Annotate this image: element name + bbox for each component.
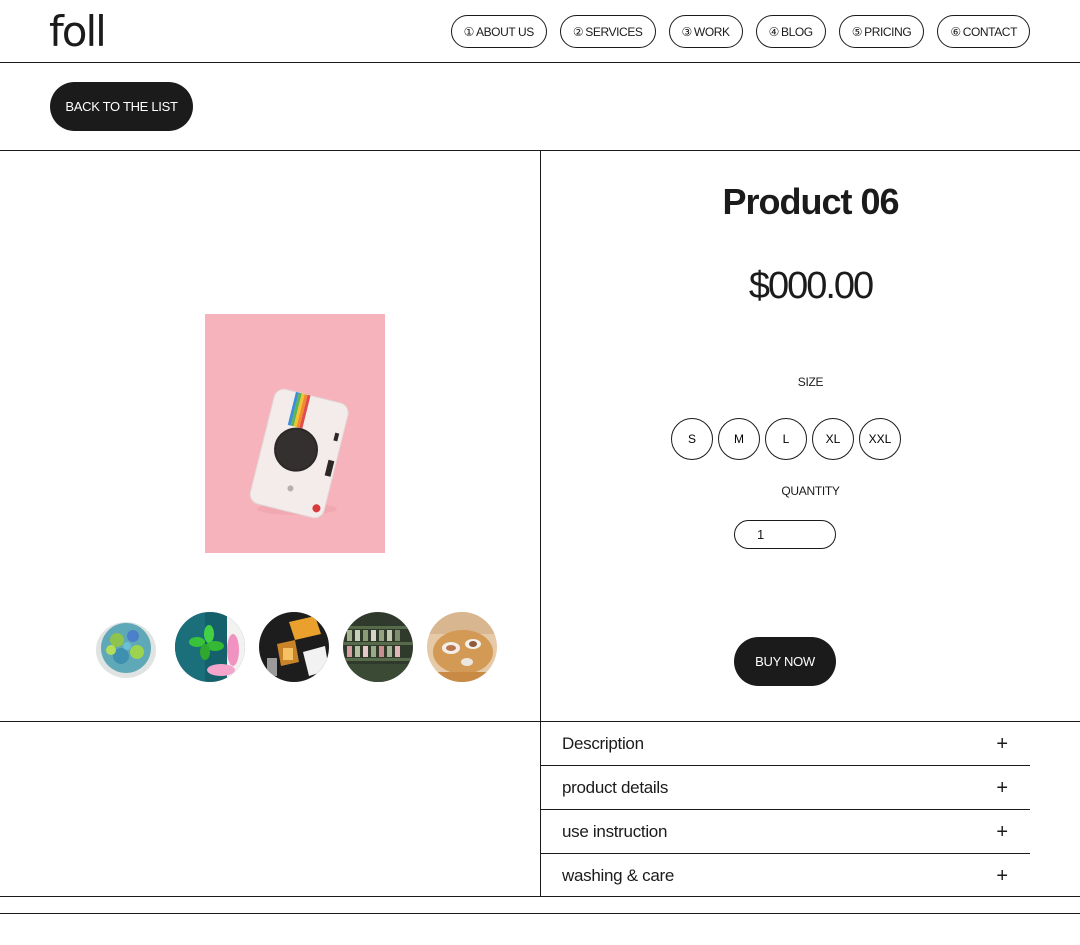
main-nav: ① ABOUT US ② SERVICES ③ WORK ④ BLOG ⑤ PRICING… xyxy=(450,15,1030,48)
size-option-xl[interactable]: XL xyxy=(812,418,854,460)
nav-label: BLOG xyxy=(781,24,813,39)
nav-label: PRICING xyxy=(864,24,912,39)
product-title: Product 06 xyxy=(722,181,899,222)
nav-label: WORK xyxy=(693,24,730,39)
accordion-label: product details xyxy=(562,777,669,797)
accordion-label: use instruction xyxy=(562,821,668,841)
back-bar: BACK TO THE LIST xyxy=(0,63,1080,151)
thumbnail-store-shelf[interactable] xyxy=(343,612,413,682)
cafe-table-photo xyxy=(427,612,497,682)
nav-number: ⑥ xyxy=(950,24,961,39)
footer-divider xyxy=(0,913,1080,914)
nav-number: ⑤ xyxy=(851,24,863,39)
nav-number: ① xyxy=(463,24,475,39)
accordion-description[interactable]: Description + xyxy=(541,722,1030,766)
nav-services[interactable]: ② SERVICES xyxy=(559,15,656,48)
blue-clay-bowl-photo xyxy=(91,612,161,682)
instant-camera-photo xyxy=(205,314,385,553)
product-price: $000.00 xyxy=(748,265,874,307)
quantity-input[interactable] xyxy=(734,520,836,549)
logo[interactable]: foll xyxy=(49,8,107,56)
quantity-label: QUANTITY xyxy=(781,484,840,498)
accordion-label: washing & care xyxy=(562,866,675,885)
nav-label: CONTACT xyxy=(962,24,1018,39)
size-options: S M L XL XXL xyxy=(671,418,901,460)
site-header: foll ① ABOUT US ② SERVICES ③ WORK ④ BLOG ⑤ PR… xyxy=(0,0,1080,63)
shelf-store-photo xyxy=(343,612,413,682)
size-option-m[interactable]: M xyxy=(718,418,760,460)
nav-number: ④ xyxy=(768,24,780,39)
size-option-xxl[interactable]: XXL xyxy=(859,418,901,460)
accordion-product-details[interactable]: product details + xyxy=(541,766,1030,810)
product-main-image xyxy=(205,314,385,553)
thumbnail-balloon-dog[interactable] xyxy=(175,612,245,682)
accordion-use-instruction[interactable]: use instruction + xyxy=(541,810,1030,854)
plus-icon[interactable]: + xyxy=(996,822,1008,842)
balloon-dog-photo xyxy=(175,612,245,682)
nav-pricing[interactable]: ⑤ PRICING xyxy=(838,15,925,48)
plus-icon[interactable]: + xyxy=(996,734,1008,754)
accordion-label: Description xyxy=(562,733,644,753)
nav-label: SERVICES xyxy=(585,24,643,39)
nav-contact[interactable]: ⑥ CONTACT xyxy=(937,15,1030,48)
desk-items-photo xyxy=(259,612,329,682)
nav-blog[interactable]: ④ BLOG xyxy=(755,15,826,48)
back-to-list-button[interactable]: BACK TO THE LIST xyxy=(50,82,193,131)
nav-number: ② xyxy=(572,24,584,39)
size-label: SIZE xyxy=(797,375,824,389)
nav-number: ③ xyxy=(681,24,693,39)
nav-about-us[interactable]: ① ABOUT US xyxy=(450,15,547,48)
nav-label: ABOUT US xyxy=(475,24,534,39)
plus-icon[interactable]: + xyxy=(996,866,1008,886)
section-divider xyxy=(0,896,1080,897)
thumbnail-desk-items[interactable] xyxy=(259,612,329,682)
thumbnail-strip xyxy=(91,612,497,682)
size-option-l[interactable]: L xyxy=(765,418,807,460)
thumbnail-cafe-table[interactable] xyxy=(427,612,497,682)
size-option-s[interactable]: S xyxy=(671,418,713,460)
plus-icon[interactable]: + xyxy=(996,778,1008,798)
buy-now-button[interactable]: BUY NOW xyxy=(734,637,836,686)
accordion-washing-care[interactable]: washing & care + xyxy=(541,854,1030,898)
product-info-accordion: Description + product details + use inst… xyxy=(541,722,1030,898)
nav-work[interactable]: ③ WORK xyxy=(668,15,743,48)
thumbnail-blue-clay[interactable] xyxy=(91,612,161,682)
